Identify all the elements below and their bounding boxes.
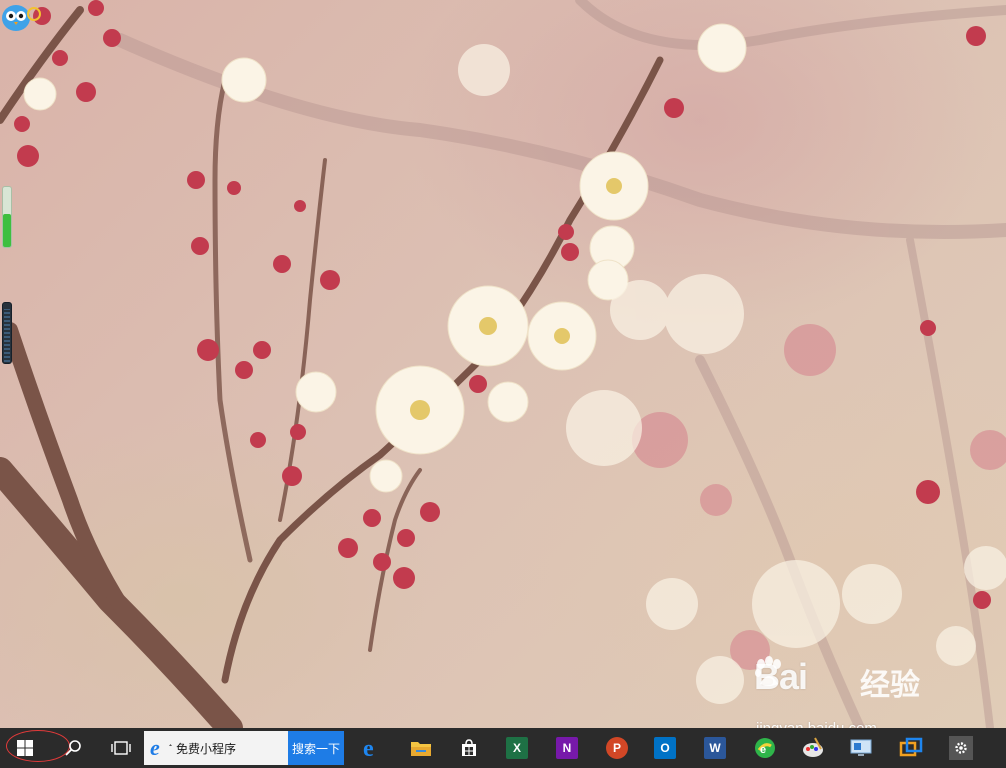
search-submit-button[interactable]: 搜索一下 xyxy=(288,731,344,765)
side-gauge-green-fill xyxy=(3,214,11,247)
360-browser-icon: e xyxy=(755,738,775,758)
baidu-paw-icon xyxy=(755,656,781,686)
svg-text:e: e xyxy=(363,737,374,759)
word-icon: W xyxy=(704,737,726,759)
svg-text:e: e xyxy=(760,744,766,756)
svg-text:e: e xyxy=(150,737,160,759)
owl-mascot-icon[interactable] xyxy=(0,0,44,34)
watermark-suffix: 经验 xyxy=(860,668,920,703)
edge-icon: e xyxy=(363,737,374,759)
settings-button[interactable] xyxy=(938,728,984,768)
side-gauge-dark[interactable] xyxy=(2,302,12,364)
360-browser-button[interactable]: e xyxy=(742,728,788,768)
side-gauge-green[interactable] xyxy=(2,186,12,248)
onenote-button[interactable]: N xyxy=(544,728,590,768)
file-explorer-icon xyxy=(411,742,431,756)
outlook-icon: O xyxy=(654,737,676,759)
paint-icon xyxy=(803,737,823,757)
search-icon xyxy=(65,740,81,756)
settings-icon xyxy=(955,742,967,754)
virtualbox-button[interactable] xyxy=(888,728,934,768)
paint-button[interactable] xyxy=(790,728,836,768)
desktop-wallpaper: Bai 经验 jingyan.baidu.com xyxy=(0,0,1006,728)
excel-icon: X xyxy=(506,737,528,759)
settings-tile xyxy=(949,736,973,760)
remote-desktop-button[interactable] xyxy=(838,728,884,768)
powerpoint-icon: P xyxy=(606,737,628,759)
onenote-icon: N xyxy=(556,737,578,759)
search-placeholder: 免费小程序 xyxy=(176,741,237,756)
taskbar: e 免费小程序 搜索一下 e X N P O W e xyxy=(0,728,1006,768)
task-view-button[interactable] xyxy=(98,728,144,768)
side-gauge-dark-fill xyxy=(4,309,10,362)
plum-blossom-artwork xyxy=(0,0,1006,728)
baidu-jingyan-watermark: Bai 经验 jingyan.baidu.com xyxy=(754,656,954,728)
word-button[interactable]: W xyxy=(692,728,738,768)
watermark-url: jingyan.baidu.com xyxy=(756,720,877,728)
virtualbox-icon xyxy=(899,737,923,757)
task-view-icon xyxy=(111,741,131,755)
store-icon xyxy=(462,739,476,756)
search-button-taskbar[interactable] xyxy=(50,728,96,768)
edge-button[interactable]: e xyxy=(350,728,396,768)
excel-button[interactable]: X xyxy=(494,728,540,768)
ie-icon: e xyxy=(150,737,172,759)
search-input[interactable]: e 免费小程序 xyxy=(144,731,288,765)
store-button[interactable] xyxy=(446,728,492,768)
outlook-button[interactable]: O xyxy=(642,728,688,768)
remote-desktop-icon xyxy=(850,739,872,756)
file-explorer-button[interactable] xyxy=(398,728,444,768)
powerpoint-button[interactable]: P xyxy=(594,728,640,768)
